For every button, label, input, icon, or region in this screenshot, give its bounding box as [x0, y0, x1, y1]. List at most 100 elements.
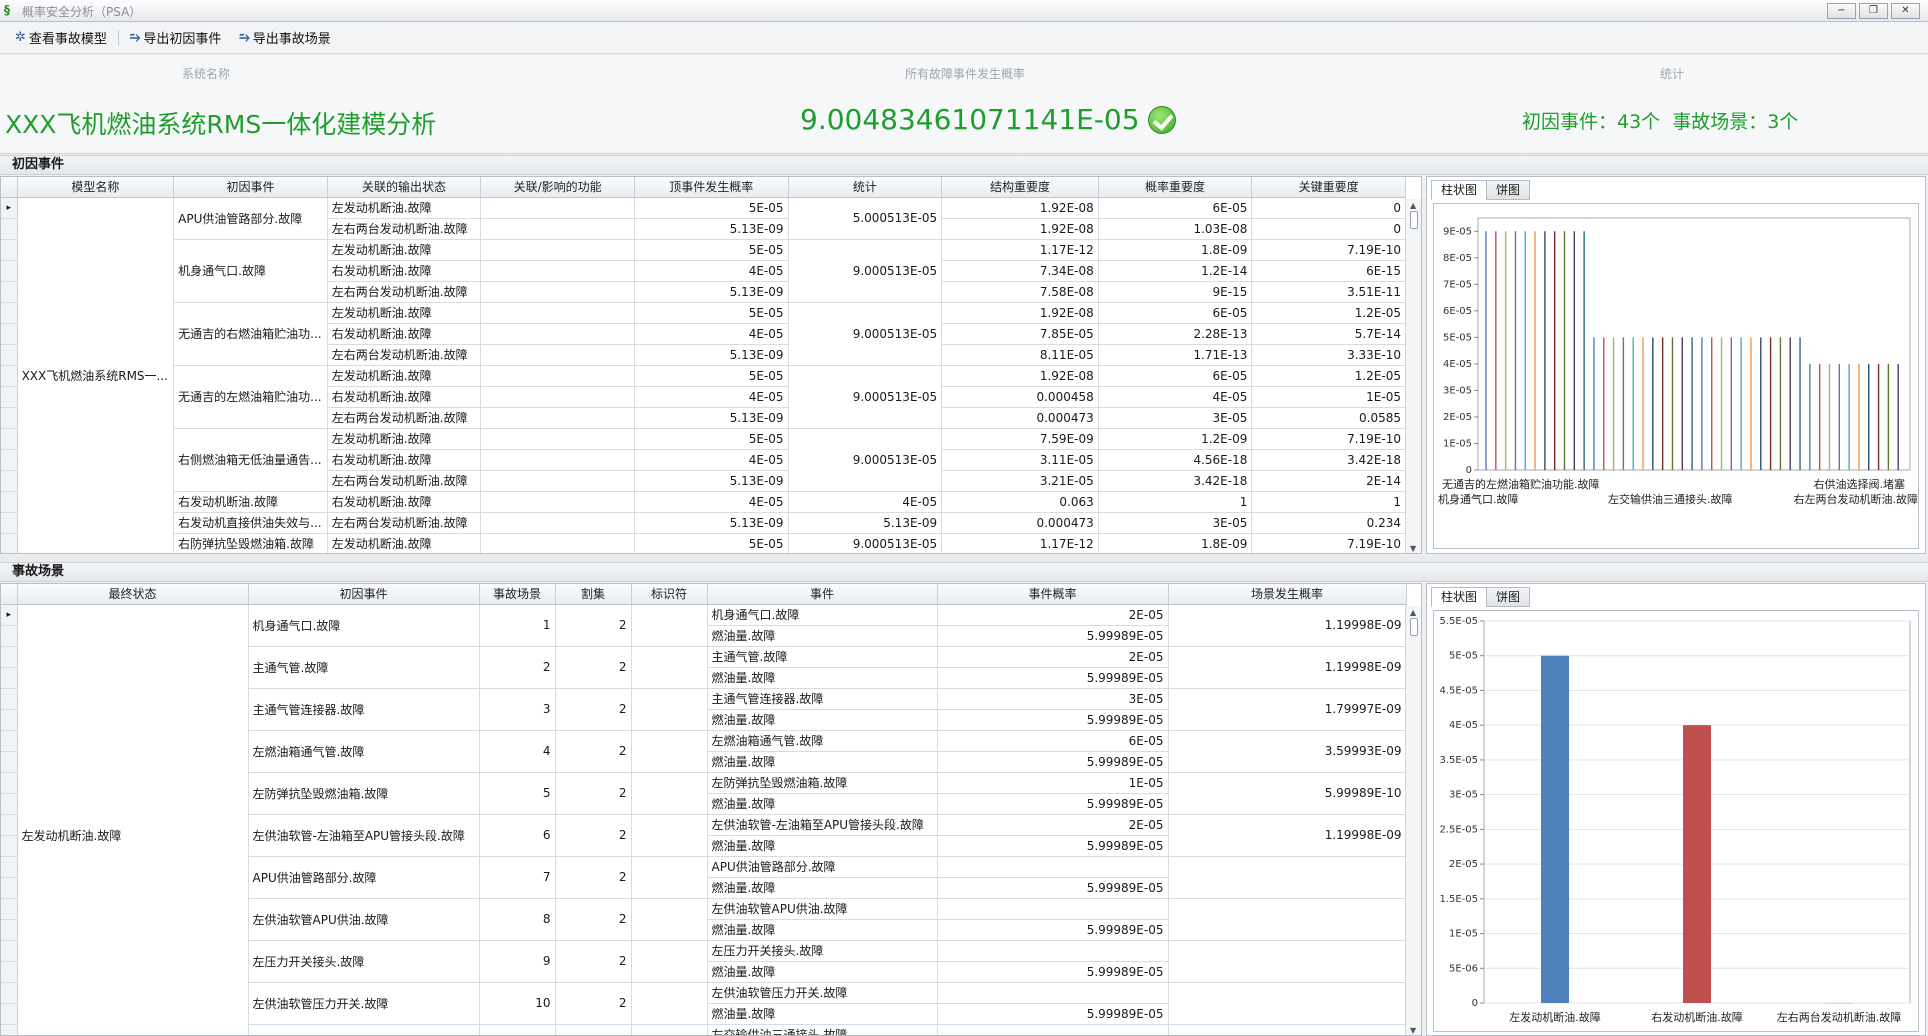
initiating-event-cell: 右发动机断油.故障: [173, 491, 328, 513]
tab-pie-chart[interactable]: 饼图: [1486, 180, 1531, 200]
row-indicator[interactable]: [1, 961, 18, 983]
scroll-up-icon[interactable]: ▲: [1410, 201, 1416, 210]
event-prob-cell: 5.99989E-05: [937, 793, 1169, 815]
system-name-label: 系统名称: [182, 67, 231, 81]
scroll-down-icon[interactable]: ▼: [1410, 544, 1416, 553]
row-indicator[interactable]: [1, 344, 18, 366]
row-indicator[interactable]: ▸: [1, 604, 18, 626]
event-cell: 左交输供油三通接头.故障: [707, 1024, 938, 1035]
row-indicator[interactable]: [1, 239, 18, 261]
y-tick-label: 1E-05: [1449, 929, 1478, 940]
stat-cell: 9.000513E-05: [788, 533, 943, 553]
structure-importance-cell: 0.000458: [941, 386, 1099, 408]
table-row[interactable]: 右发动机断油.故障 右发动机断油.故障 4E-05 4E-05 0.063 1 1: [1, 491, 1406, 513]
row-indicator[interactable]: [1, 470, 18, 492]
row-indicator[interactable]: [1, 1003, 18, 1025]
row-indicator[interactable]: [1, 386, 18, 408]
y-tick-label: 4E-05: [1449, 720, 1478, 731]
row-indicator[interactable]: [1, 449, 18, 471]
function-cell: [480, 239, 635, 261]
initiating-grid-scrollbar[interactable]: ▲ ▼: [1405, 199, 1421, 553]
close-button[interactable]: ✕: [1891, 3, 1920, 19]
probability-importance-cell: 6E-05: [1098, 197, 1253, 219]
table-row[interactable]: 右侧燃油箱无低油量通告... 左发动机断油.故障 5E-05 9.000513E-05…: [1, 428, 1406, 492]
event-prob-cell: 5.99989E-05: [937, 1003, 1169, 1025]
scroll-down-icon[interactable]: ▼: [1410, 1026, 1416, 1035]
probability-importance-cell: 1: [1098, 491, 1253, 513]
row-indicator[interactable]: [1, 814, 18, 836]
row-indicator[interactable]: [1, 856, 18, 878]
row-indicator[interactable]: [1, 407, 18, 429]
row-indicator[interactable]: ▸: [1, 197, 18, 219]
row-indicator[interactable]: [1, 877, 18, 899]
row-indicator[interactable]: [1, 512, 18, 534]
row-indicator[interactable]: [1, 709, 18, 731]
row-indicator[interactable]: [1, 751, 18, 773]
event-cell: 左防弹抗坠毁燃油箱.故障: [707, 772, 938, 794]
tab-bar-chart[interactable]: 柱状图: [1431, 587, 1488, 607]
row-indicator[interactable]: [1, 281, 18, 303]
row-indicator[interactable]: [1, 835, 18, 857]
x-label: 右左两台发动机断油.故障: [1794, 492, 1919, 506]
row-indicator-header: [1, 584, 18, 605]
row-indicator[interactable]: [1, 793, 18, 815]
row-indicator[interactable]: [1, 365, 18, 387]
row-indicator[interactable]: [1, 491, 18, 513]
row-indicator[interactable]: [1, 730, 18, 752]
event-prob-cell: 2E-05: [937, 814, 1169, 836]
table-row[interactable]: ▸ 左发动机断油.故障 机身通气口.故障 1 2 机身通气口.故障 2E-05 1.19998…: [1, 604, 1407, 1035]
export-initiating-events-button[interactable]: ⥲ 导出初因事件: [123, 26, 228, 49]
structure-importance-cell: 0.063: [941, 491, 1099, 513]
export-icon: ⥲: [129, 30, 141, 45]
row-indicator[interactable]: [1, 919, 18, 941]
row-indicator[interactable]: [1, 688, 18, 710]
event-prob-cell: [937, 982, 1169, 1004]
row-indicator[interactable]: [1, 898, 18, 920]
row-indicator[interactable]: [1, 323, 18, 345]
row-indicator[interactable]: [1, 772, 18, 794]
initiating-events-grid[interactable]: 模型名称 初因事件 关联的输出状态 关联/影响的功能 顶事件发生概率 统计 结构重要度 概率重…: [0, 176, 1422, 554]
export-initiating-events-label: 导出初因事件: [143, 32, 222, 47]
scenario-grid-scrollbar[interactable]: ▲ ▼: [1405, 606, 1421, 1035]
row-indicator[interactable]: [1, 1024, 18, 1035]
table-row[interactable]: 无通吉的右燃油箱贮油功... 左发动机断油.故障 5E-05 9.000513E-05…: [1, 302, 1406, 366]
row-indicator[interactable]: [1, 533, 18, 553]
row-indicator[interactable]: [1, 218, 18, 240]
view-accident-model-button[interactable]: ✲ 查看事故模型: [8, 26, 114, 49]
scrollbar-thumb[interactable]: [1410, 211, 1418, 229]
cutset-cell: 2: [555, 940, 632, 983]
table-row[interactable]: 右防弹抗坠毁燃油箱.故障 左发动机断油.故障 5E-05 9.000513E-05 1.…: [1, 533, 1406, 553]
critical-importance-cell: 2E-14: [1251, 470, 1406, 492]
window-title: 概率安全分析（PSA）: [22, 5, 142, 19]
initiating-event-cell: 左供油软管APU供油.故障: [248, 898, 480, 941]
initiating-event-cell: APU供油管路部分.故障: [173, 197, 328, 240]
scroll-up-icon[interactable]: ▲: [1410, 608, 1416, 617]
tab-pie-chart[interactable]: 饼图: [1486, 587, 1531, 607]
output-state-cell: 左右两台发动机断油.故障: [327, 218, 482, 240]
table-row[interactable]: 机身通气口.故障 左发动机断油.故障 5E-05 9.000513E-05 1.17E-…: [1, 239, 1406, 303]
row-indicator[interactable]: [1, 646, 18, 668]
stats-summary: 初因事件：43个 事故场景：3个: [1522, 107, 1804, 134]
scenario-grid[interactable]: 最终状态 初因事件 事故场景 割集 标识符 事件 事件概率 场景发生概率 ▸ 左发动机断油.故障…: [0, 583, 1422, 1036]
row-indicator[interactable]: [1, 940, 18, 962]
row-indicator[interactable]: [1, 260, 18, 282]
event-prob-cell: 6E-05: [937, 730, 1169, 752]
structure-importance-cell: 3.11E-05: [941, 449, 1099, 471]
row-indicator[interactable]: [1, 667, 18, 689]
tab-bar-chart[interactable]: 柱状图: [1431, 180, 1488, 200]
splitter[interactable]: [0, 555, 1928, 562]
scenario-no-cell: 8: [479, 898, 556, 941]
row-indicator[interactable]: [1, 625, 18, 647]
minimize-button[interactable]: −: [1827, 3, 1856, 19]
top-event-prob-cell: 5E-05: [634, 197, 789, 219]
table-row[interactable]: 右发动机直接供油失效与... 左右两台发动机断油.故障 5.13E-09 5.13E-…: [1, 512, 1406, 534]
table-row[interactable]: 无通吉的左燃油箱贮油功... 左发动机断油.故障 5E-05 9.000513E-05…: [1, 365, 1406, 429]
row-indicator[interactable]: [1, 302, 18, 324]
row-indicator[interactable]: [1, 982, 18, 1004]
initiating-event-cell: 机身通气口.故障: [173, 239, 328, 303]
row-indicator[interactable]: [1, 428, 18, 450]
table-row[interactable]: ▸ XXX飞机燃油系统RMS一... APU供油管路部分.故障 左发动机断油.故障 5E…: [1, 197, 1406, 553]
scrollbar-thumb[interactable]: [1410, 618, 1418, 636]
export-scenarios-button[interactable]: ⥲ 导出事故场景: [232, 26, 337, 49]
restore-button[interactable]: ❐: [1859, 3, 1888, 19]
